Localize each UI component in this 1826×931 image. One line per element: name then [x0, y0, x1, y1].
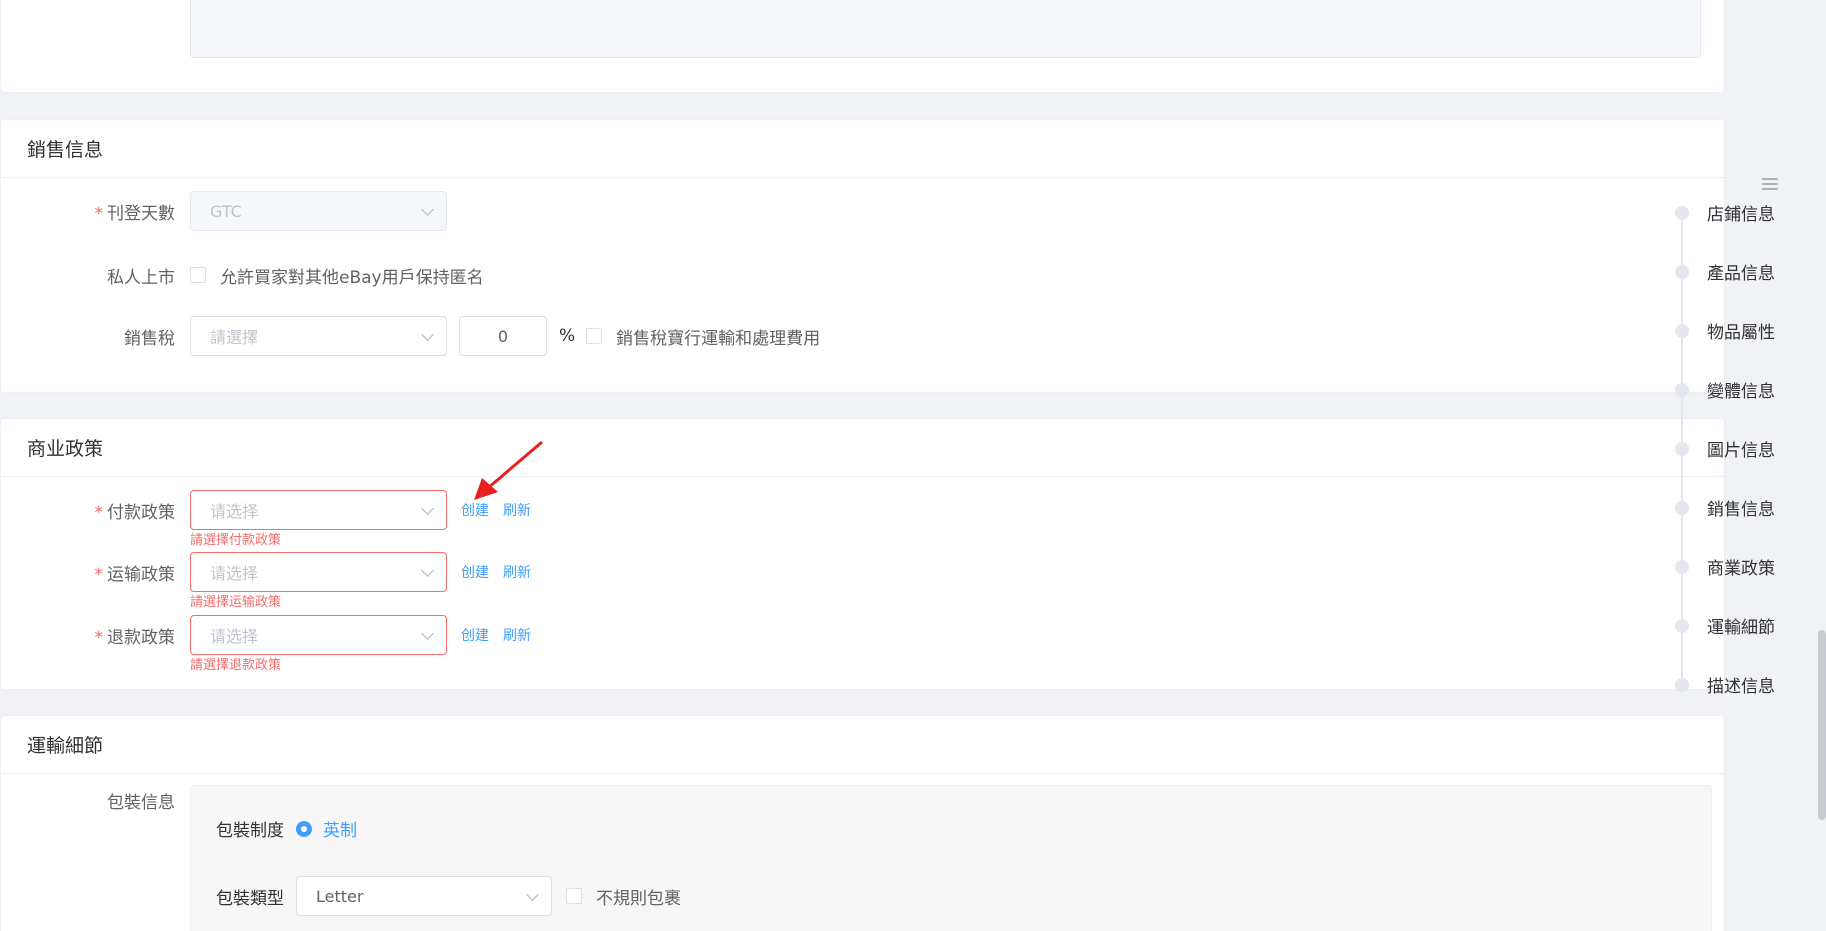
- anchor-dot-icon: [1675, 500, 1689, 515]
- sales-tax-shipping-checkbox-label: 銷售稅寶行運輸和處理費用: [616, 328, 821, 349]
- sales-info-card: 銷售信息 * 刊登天數 GTC 私人上市 允許買家對其他eBay用戶保持匿名 銷售…: [0, 119, 1725, 393]
- anchor-dot-icon: [1675, 441, 1689, 456]
- payment-policy-row: * 付款政策 请选择 创建 刷新: [1, 490, 531, 530]
- shipping-policy-create-link[interactable]: 创建: [461, 562, 489, 582]
- sales-tax-placeholder: 請選擇: [210, 328, 259, 347]
- refund-policy-refresh-link[interactable]: 刷新: [503, 625, 531, 645]
- listing-days-select[interactable]: GTC: [190, 191, 447, 231]
- anchor-item[interactable]: 商業政策: [1675, 554, 1775, 579]
- anchor-item-label: 物品屬性: [1707, 323, 1775, 343]
- anchor-item[interactable]: 銷售信息: [1675, 495, 1775, 520]
- refund-policy-error: 請選擇退款政策: [190, 658, 282, 673]
- sales-tax-row: 銷售稅 請選擇 0 % 銷售稅寶行運輸和處理費用: [1, 316, 820, 356]
- refund-policy-row: * 退款政策 请选择 创建 刷新: [1, 615, 531, 655]
- shipping-policy-placeholder: 请选择: [210, 564, 259, 583]
- anchor-item[interactable]: 物品屬性: [1675, 318, 1775, 343]
- anchor-dot-icon: [1675, 382, 1689, 397]
- anchor-dot-icon: [1675, 618, 1689, 633]
- package-system-row: 包裝制度 英制: [216, 816, 357, 841]
- irregular-package-label: 不規則包裹: [596, 888, 681, 909]
- shipping-policy-select[interactable]: 请选择: [190, 552, 447, 592]
- page-scrollbar[interactable]: [1818, 630, 1826, 820]
- shipping-details-card: 運輸細節 包裝信息 包裝制度 英制 包裝類型 Letter 不規則包裹: [0, 715, 1725, 931]
- chevron-down-icon: [421, 502, 434, 515]
- anchor-nav: 店鋪信息 產品信息 物品屬性 變體信息 圖片信息 銷售信息 商業政策 運輸細節 …: [1675, 170, 1785, 697]
- package-type-select[interactable]: Letter: [296, 876, 552, 916]
- chevron-down-icon: [526, 888, 539, 901]
- shipping-details-title: 運輸細節: [1, 716, 1724, 774]
- sales-tax-shipping-checkbox[interactable]: [586, 328, 603, 344]
- payment-policy-label: * 付款政策: [94, 502, 176, 523]
- annotation-arrow-icon: [474, 440, 543, 500]
- anchor-dot-icon: [1675, 323, 1689, 338]
- package-type-value: Letter: [316, 886, 364, 906]
- anchor-item-label: 描述信息: [1707, 677, 1775, 697]
- sales-info-title: 銷售信息: [1, 120, 1724, 178]
- private-listing-row: 私人上市 允許買家對其他eBay用戶保持匿名: [1, 255, 484, 295]
- shipping-policy-refresh-link[interactable]: 刷新: [503, 562, 531, 582]
- chevron-down-icon: [421, 203, 434, 216]
- payment-policy-error: 請選擇付款政策: [190, 533, 282, 548]
- anchor-item[interactable]: 變體信息: [1675, 377, 1775, 402]
- chevron-down-icon: [421, 627, 434, 640]
- anchor-item[interactable]: 店鋪信息: [1675, 200, 1775, 225]
- private-listing-checkbox-label: 允許買家對其他eBay用戶保持匿名: [220, 267, 484, 288]
- anchor-item-label: 商業政策: [1707, 559, 1775, 579]
- package-system-label: 包裝制度: [216, 821, 284, 841]
- chevron-down-icon: [421, 564, 434, 577]
- sales-tax-percent-input[interactable]: 0: [459, 316, 547, 356]
- anchor-item[interactable]: 產品信息: [1675, 259, 1775, 284]
- anchor-item-label: 圖片信息: [1707, 441, 1775, 461]
- package-type-label: 包裝類型: [216, 888, 284, 909]
- package-info-panel: 包裝制度 英制 包裝類型 Letter 不規則包裹: [190, 785, 1712, 931]
- imperial-radio-label: 英制: [323, 821, 357, 841]
- listing-days-value: GTC: [210, 201, 242, 221]
- refund-policy-label: * 退款政策: [94, 627, 176, 648]
- description-textarea[interactable]: [190, 0, 1701, 58]
- shipping-policy-label: * 运输政策: [94, 564, 176, 585]
- package-type-row: 包裝類型 Letter 不規則包裹: [216, 876, 681, 916]
- package-info-label: 包裝信息: [107, 792, 175, 813]
- shipping-policy-error: 請選擇运输政策: [190, 595, 282, 610]
- chevron-down-icon: [421, 328, 434, 341]
- anchor-dot-icon: [1675, 205, 1689, 220]
- shipping-policy-row: * 运输政策 请选择 创建 刷新: [1, 552, 531, 592]
- anchor-item-label: 產品信息: [1707, 264, 1775, 284]
- business-policy-card: 商业政策 * 付款政策 请选择 创建 刷新 請選擇付款政策 * 运输政策 请选择 创…: [0, 418, 1725, 690]
- anchor-item-label: 銷售信息: [1707, 500, 1775, 520]
- listing-days-label: * 刊登天數: [94, 203, 176, 224]
- anchor-item[interactable]: 描述信息: [1675, 672, 1775, 697]
- business-policy-title: 商业政策: [1, 419, 1724, 477]
- anchor-item-label: 運輸細節: [1707, 618, 1775, 638]
- imperial-radio[interactable]: [296, 820, 312, 837]
- private-listing-checkbox[interactable]: [190, 267, 206, 283]
- anchor-item[interactable]: 圖片信息: [1675, 436, 1775, 461]
- private-listing-label: 私人上市: [107, 267, 175, 288]
- listing-days-row: * 刊登天數 GTC: [1, 191, 447, 231]
- sales-tax-label: 銷售稅: [124, 328, 175, 349]
- payment-policy-select[interactable]: 请选择: [190, 490, 447, 530]
- anchor-item-label: 店鋪信息: [1707, 205, 1775, 225]
- payment-policy-placeholder: 请选择: [210, 502, 259, 521]
- anchor-dot-icon: [1675, 677, 1689, 692]
- description-card: [0, 0, 1725, 93]
- package-info-row: 包裝信息: [1, 785, 177, 815]
- percent-sign: %: [559, 326, 576, 346]
- anchor-dot-icon: [1675, 559, 1689, 574]
- refund-policy-placeholder: 请选择: [210, 627, 259, 646]
- refund-policy-create-link[interactable]: 创建: [461, 625, 489, 645]
- anchor-item-label: 變體信息: [1707, 382, 1775, 402]
- irregular-package-checkbox[interactable]: [566, 888, 582, 904]
- refund-policy-select[interactable]: 请选择: [190, 615, 447, 655]
- anchor-item[interactable]: 運輸細節: [1675, 613, 1775, 638]
- sales-tax-select[interactable]: 請選擇: [190, 316, 447, 356]
- anchor-dot-icon: [1675, 264, 1689, 279]
